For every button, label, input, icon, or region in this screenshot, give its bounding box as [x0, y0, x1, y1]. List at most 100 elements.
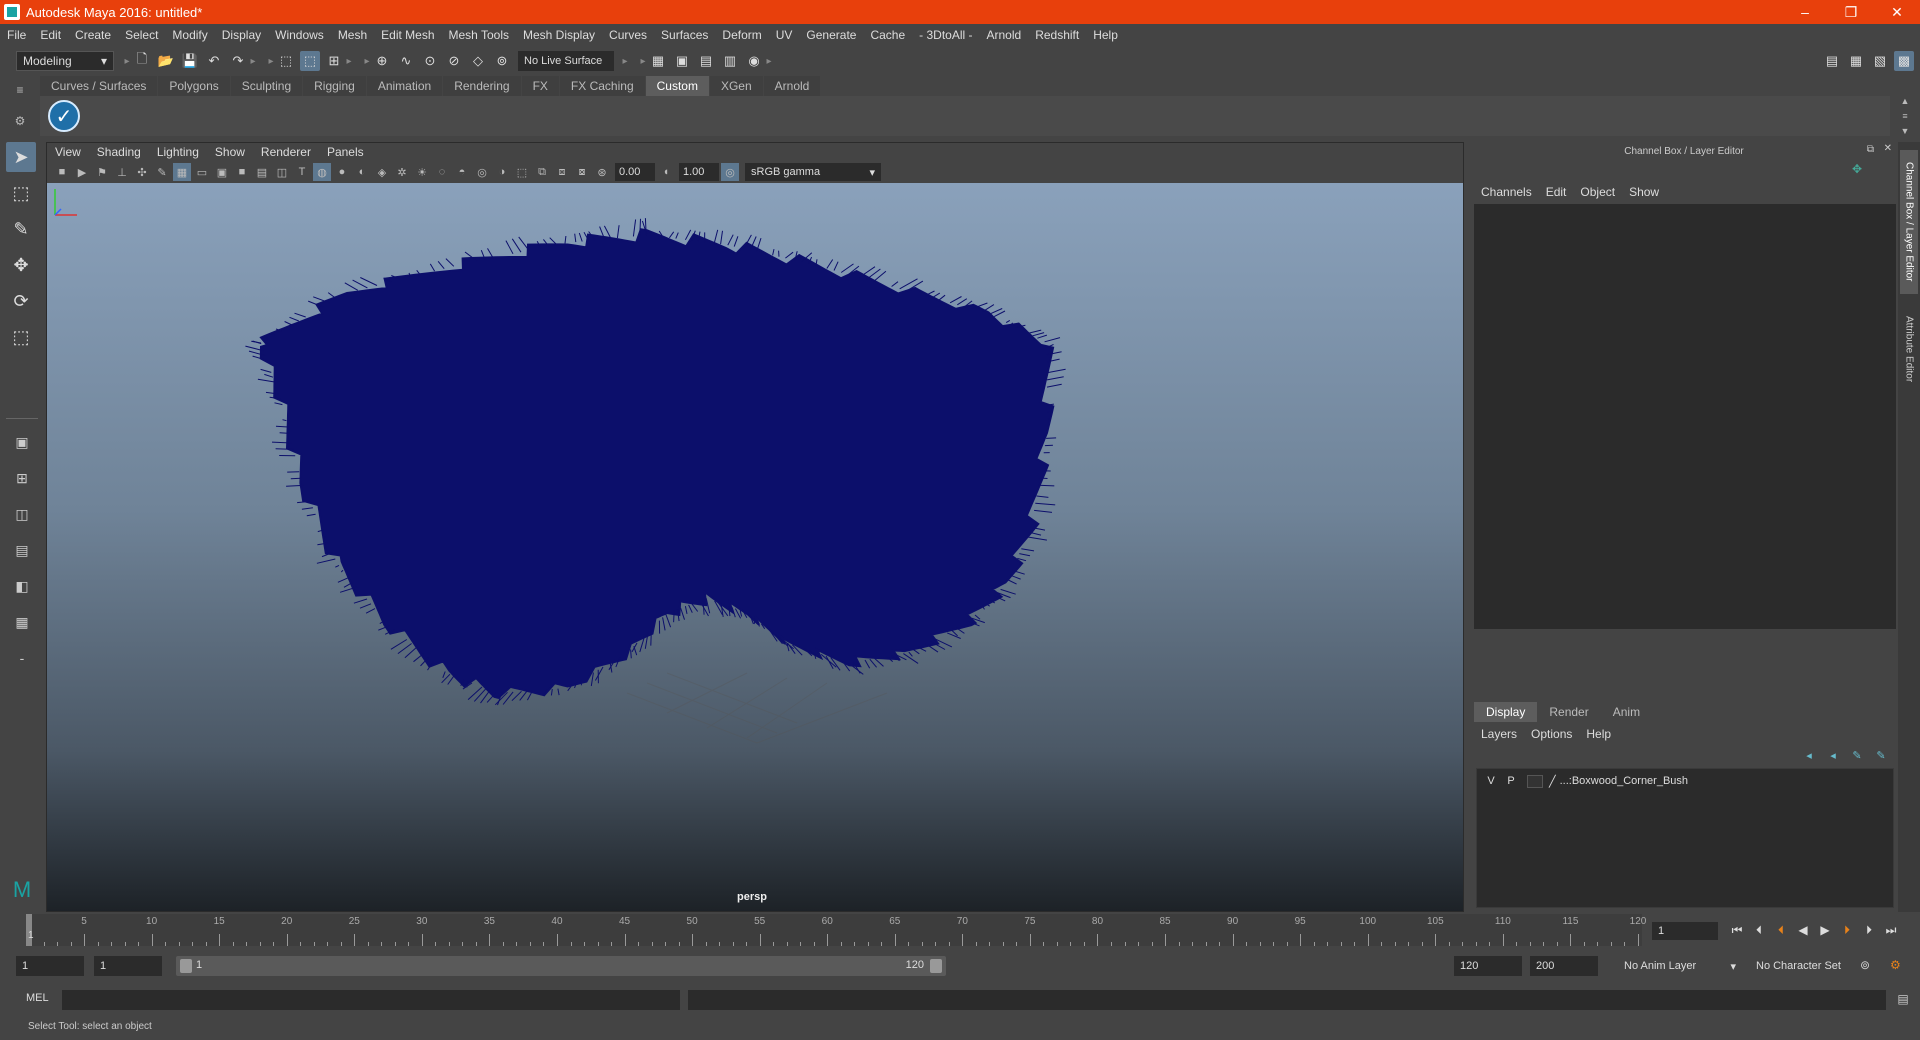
- menu-redshift[interactable]: Redshift: [1028, 28, 1086, 42]
- mel-label[interactable]: MEL: [26, 992, 49, 1004]
- menu-edit-mesh[interactable]: Edit Mesh: [374, 28, 441, 42]
- range-end-handle[interactable]: [930, 959, 942, 973]
- xray-components-icon[interactable]: ⧇: [573, 163, 591, 181]
- two-d-pan-icon[interactable]: ✣: [133, 163, 151, 181]
- persp-graph-layout-icon[interactable]: ▤: [8, 536, 36, 564]
- step-forward-frame-icon[interactable]: ⏵: [1858, 920, 1880, 940]
- layer-color-swatch[interactable]: [1527, 774, 1543, 788]
- panel-menu-view[interactable]: View: [47, 145, 89, 159]
- go-to-end-icon[interactable]: ⏭: [1880, 920, 1902, 940]
- shelf-tab-rigging[interactable]: Rigging: [303, 76, 366, 96]
- select-component-icon[interactable]: ⊞: [324, 51, 344, 71]
- open-scene-icon[interactable]: 📂: [156, 51, 176, 71]
- panel-menu-renderer[interactable]: Renderer: [253, 145, 319, 159]
- color-space-dropdown[interactable]: sRGB gamma ▾: [745, 163, 881, 181]
- anim-layer-dropdown[interactable]: No Anim Layer ▾: [1618, 956, 1742, 976]
- hypershade-layout-icon[interactable]: ▦: [8, 608, 36, 636]
- exposure-field[interactable]: 0.00: [615, 163, 655, 181]
- gamma-field[interactable]: 1.00: [679, 163, 719, 181]
- wireframe-icon[interactable]: ◍: [313, 163, 331, 181]
- bookmark-icon[interactable]: ⚑: [93, 163, 111, 181]
- shelf-tab-polygons[interactable]: Polygons: [158, 76, 230, 96]
- shelf-menu-icon[interactable]: ≡: [16, 83, 23, 97]
- render-settings-icon[interactable]: ▦: [648, 51, 668, 71]
- color-management-icon[interactable]: ◎: [721, 163, 739, 181]
- shelf-tab-arnold[interactable]: Arnold: [763, 76, 821, 96]
- collapse-arrow-icon[interactable]: ▸: [622, 51, 628, 71]
- menu-windows[interactable]: Windows: [268, 28, 331, 42]
- shelf-tab-curves-surfaces[interactable]: Curves / Surfaces: [40, 76, 158, 96]
- textured-icon[interactable]: ◈: [373, 163, 391, 181]
- two-pane-layout-icon[interactable]: ◫: [8, 500, 36, 528]
- range-start-handle[interactable]: [180, 959, 192, 973]
- step-back-key-icon[interactable]: ⏴: [1770, 920, 1792, 940]
- panel-menu-shading[interactable]: Shading: [89, 145, 149, 159]
- character-set-dropdown[interactable]: No Character Set: [1750, 956, 1870, 976]
- tab-channel-box-layer-editor[interactable]: Channel Box / Layer Editor: [1900, 150, 1918, 294]
- tab-display[interactable]: Display: [1474, 702, 1538, 722]
- perspective-viewport[interactable]: persp: [47, 183, 1463, 911]
- menuset-dropdown[interactable]: Modeling ▾: [16, 51, 114, 71]
- shelf-menu-icon[interactable]: ≡: [1902, 111, 1907, 121]
- new-scene-icon[interactable]: 🗋: [132, 51, 152, 71]
- lasso-tool-icon[interactable]: ⬚: [6, 178, 36, 208]
- gate-mask-icon[interactable]: ■: [233, 163, 251, 181]
- scale-tool-icon[interactable]: ⬚: [6, 322, 36, 352]
- layer-name[interactable]: ...:Boxwood_Corner_Bush: [1560, 775, 1688, 787]
- collapse-arrow-icon[interactable]: ▸: [250, 51, 256, 71]
- playback-start-field[interactable]: 1: [94, 956, 162, 976]
- isolate-select-icon[interactable]: ⬚: [513, 163, 531, 181]
- options-menu[interactable]: Options: [1524, 727, 1579, 741]
- depth-of-field-icon[interactable]: ◑: [493, 163, 511, 181]
- minimize-button[interactable]: –: [1782, 0, 1828, 24]
- shelf-tab-xgen[interactable]: XGen: [709, 76, 763, 96]
- channel-box-area[interactable]: [1474, 204, 1896, 629]
- wireframe-on-shaded-icon[interactable]: ◐: [353, 163, 371, 181]
- shelf-tab-animation[interactable]: Animation: [366, 76, 443, 96]
- new-layer-from-selected-icon[interactable]: ✎: [1872, 746, 1890, 764]
- xray-joints-icon[interactable]: ⧈: [553, 163, 571, 181]
- object-menu[interactable]: Object: [1573, 185, 1622, 199]
- collapse-arrow-icon[interactable]: ▸: [346, 51, 352, 71]
- shadows-icon[interactable]: ☀: [413, 163, 431, 181]
- animation-preferences-icon[interactable]: ⚙: [1890, 958, 1901, 972]
- smooth-shade-icon[interactable]: ●: [333, 163, 351, 181]
- menu-generate[interactable]: Generate: [799, 28, 863, 42]
- camera-select-icon[interactable]: ■: [53, 163, 71, 181]
- xray-icon[interactable]: ⧉: [533, 163, 551, 181]
- collapse-arrow-icon[interactable]: ▸: [766, 51, 772, 71]
- menu-curves[interactable]: Curves: [602, 28, 654, 42]
- animation-end-field[interactable]: 200: [1530, 956, 1598, 976]
- menu-help[interactable]: Help: [1086, 28, 1125, 42]
- channel-box-edit-menu[interactable]: Edit: [1539, 185, 1574, 199]
- modeling-toolkit-icon[interactable]: ▤: [1822, 51, 1842, 71]
- select-object-icon[interactable]: ⬚: [300, 51, 320, 71]
- ambient-occlusion-icon[interactable]: ◌: [433, 163, 451, 181]
- attribute-editor-toggle-icon[interactable]: ▦: [1846, 51, 1866, 71]
- use-all-lights-icon[interactable]: ✲: [393, 163, 411, 181]
- step-forward-key-icon[interactable]: ⏵: [1836, 920, 1858, 940]
- menu-uv[interactable]: UV: [769, 28, 800, 42]
- animation-start-field[interactable]: 1: [16, 956, 84, 976]
- boxwood-corner-bush[interactable]: [245, 218, 1066, 706]
- script-editor-icon[interactable]: ▤: [1894, 990, 1912, 1008]
- persp-outliner-layout-icon[interactable]: ◧: [8, 572, 36, 600]
- collapse-arrow-icon[interactable]: ▸: [124, 51, 130, 71]
- new-empty-layer-icon[interactable]: ✎: [1848, 746, 1866, 764]
- menu-surfaces[interactable]: Surfaces: [654, 28, 715, 42]
- panel-menu-panels[interactable]: Panels: [319, 145, 372, 159]
- menu-mesh[interactable]: Mesh: [331, 28, 374, 42]
- redo-icon[interactable]: ↷: [228, 51, 248, 71]
- checkmark-icon[interactable]: ✓: [48, 100, 80, 132]
- paint-select-tool-icon[interactable]: ✎: [6, 214, 36, 244]
- shelf-tab-sculpting[interactable]: Sculpting: [230, 76, 303, 96]
- tool-settings-toggle-icon[interactable]: ▧: [1870, 51, 1890, 71]
- collapse-arrow-icon[interactable]: ▸: [364, 51, 370, 71]
- collapse-arrow-icon[interactable]: ▸: [640, 51, 646, 71]
- shelf-tab-fx[interactable]: FX: [521, 76, 559, 96]
- tab-anim[interactable]: Anim: [1601, 702, 1652, 722]
- menu-edit[interactable]: Edit: [33, 28, 68, 42]
- menu-mesh-display[interactable]: Mesh Display: [516, 28, 602, 42]
- motion-blur-icon[interactable]: ◓: [453, 163, 471, 181]
- menu-mesh-tools[interactable]: Mesh Tools: [442, 28, 516, 42]
